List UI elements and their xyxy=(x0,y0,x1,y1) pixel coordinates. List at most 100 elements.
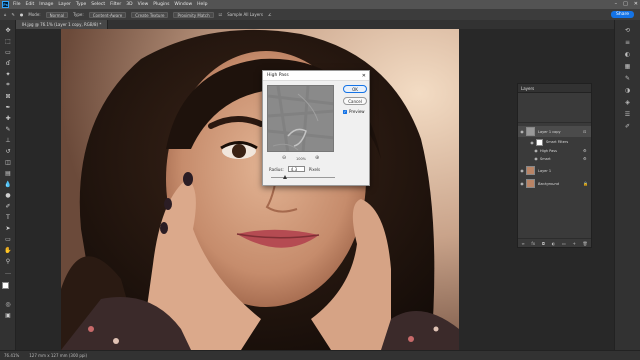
marquee-tool-icon[interactable]: ▭ xyxy=(3,48,13,56)
share-button[interactable]: Share xyxy=(611,11,634,18)
zoom-out-icon[interactable]: ⊖ xyxy=(282,155,286,161)
filter-options-icon[interactable]: ⚙ xyxy=(583,156,591,161)
filter-preview[interactable] xyxy=(267,85,334,152)
lasso-tool-icon[interactable]: ɗ xyxy=(3,59,13,67)
menu-filter[interactable]: Filter xyxy=(110,2,121,7)
menu-3d[interactable]: 3D xyxy=(126,2,132,7)
mask-icon[interactable]: ◘ xyxy=(542,241,545,246)
folder-icon[interactable]: ▭ xyxy=(562,241,566,246)
document-tab-bar: IH.jpg @ 76.1% (Layer 1 copy, RGB/8) * xyxy=(16,20,616,29)
menu-image[interactable]: Image xyxy=(39,2,53,7)
layer-row-layer1copy[interactable]: ◉ Layer 1 copy ⊡ xyxy=(518,126,591,137)
layer-row-smartfilters[interactable]: ◉ Smart Filters xyxy=(518,138,591,146)
minimize-icon[interactable]: – xyxy=(615,0,618,9)
tools-panel: ✥ ⬚ ▭ ɗ ✦ ⌗ ⊠ ✒ ✚ ✎ ⊥ ↺ ◫ ▤ 💧 ● ✐ T ➤ ▭ … xyxy=(0,20,16,350)
zoom-tool-icon[interactable]: ⚲ xyxy=(3,257,13,265)
frame-tool-icon[interactable]: ⊠ xyxy=(3,92,13,100)
color-icon[interactable]: ◐ xyxy=(623,50,632,58)
trash-icon[interactable]: 🗑 xyxy=(583,241,588,246)
blur-tool-icon[interactable]: 💧 xyxy=(3,180,13,188)
stamp-tool-icon[interactable]: ⊥ xyxy=(3,136,13,144)
zoom-level[interactable]: 76.41% xyxy=(4,353,19,358)
high-pass-dialog: High Pass ✕ ⊖ 100% ⊕ OK Cancel ✓ Preview… xyxy=(262,70,370,186)
menu-type[interactable]: Type xyxy=(76,2,86,7)
menu-plugins[interactable]: Plugins xyxy=(153,2,169,7)
preview-checkbox-row[interactable]: ✓ Preview xyxy=(343,109,365,114)
menu-help[interactable]: Help xyxy=(197,2,207,7)
paths-icon[interactable]: ✐ xyxy=(623,122,632,130)
menu-edit[interactable]: Edit xyxy=(26,2,35,7)
lock-icon[interactable]: 🔒 xyxy=(583,181,591,186)
filter-options-icon[interactable]: ⚙ xyxy=(583,148,591,153)
brush-tool-icon[interactable]: ✎ xyxy=(3,125,13,133)
foreground-color-swatch[interactable] xyxy=(2,282,9,289)
cancel-button[interactable]: Cancel xyxy=(343,97,367,105)
zoom-in-icon[interactable]: ⊕ xyxy=(315,155,319,161)
swatches-icon[interactable]: ▦ xyxy=(623,62,632,70)
type-tool-icon[interactable]: T xyxy=(3,213,13,221)
mode-select[interactable]: Normal xyxy=(45,11,69,18)
history-brush-icon[interactable]: ↺ xyxy=(3,147,13,155)
properties-icon[interactable]: ≡ xyxy=(623,38,632,46)
eraser-tool-icon[interactable]: ◫ xyxy=(3,158,13,166)
artboard-tool-icon[interactable]: ⬚ xyxy=(3,37,13,45)
preview-checkbox[interactable]: ✓ xyxy=(343,109,347,114)
layer-row-highpass[interactable]: ◉ High Pass ⚙ xyxy=(518,147,591,154)
angle-icon[interactable]: ∠ xyxy=(268,12,272,17)
shape-tool-icon[interactable]: ▭ xyxy=(3,235,13,243)
radius-input[interactable]: 4.3 xyxy=(287,166,305,172)
create-texture-button[interactable]: Create Texture xyxy=(131,11,169,18)
gradient-tool-icon[interactable]: ▤ xyxy=(3,169,13,177)
menu-view[interactable]: View xyxy=(138,2,149,7)
close-icon[interactable]: ✕ xyxy=(634,0,638,9)
link-icon[interactable]: ∞ xyxy=(521,241,524,246)
document-tab[interactable]: IH.jpg @ 76.1% (Layer 1 copy, RGB/8) * xyxy=(16,20,109,29)
layer-row-layer1[interactable]: ◉ Layer 1 xyxy=(518,165,591,176)
maximize-icon[interactable]: □ xyxy=(623,0,628,9)
eyedropper-tool-icon[interactable]: ✒ xyxy=(3,103,13,111)
fx-icon[interactable]: fx xyxy=(531,241,535,246)
quick-mask-icon[interactable]: ◎ xyxy=(3,300,13,308)
healing-tool-icon[interactable]: ✚ xyxy=(3,114,13,122)
new-layer-icon[interactable]: + xyxy=(572,241,575,246)
pen-tool-icon[interactable]: ✐ xyxy=(3,202,13,210)
channels-icon[interactable]: ☰ xyxy=(623,110,632,118)
more-tools-icon[interactable]: … xyxy=(3,268,13,276)
menu-layer[interactable]: Layer xyxy=(58,2,71,7)
proximity-match-button[interactable]: Proximity Match xyxy=(173,11,214,18)
dodge-tool-icon[interactable]: ● xyxy=(3,191,13,199)
path-select-icon[interactable]: ➤ xyxy=(3,224,13,232)
eye-icon[interactable]: ◉ xyxy=(518,168,526,173)
eye-icon[interactable]: ◉ xyxy=(518,181,526,186)
healing-brush-icon[interactable]: ✎ xyxy=(12,12,15,17)
brush-settings-icon[interactable]: ✎ xyxy=(623,74,632,82)
move-tool-icon[interactable]: ✥ xyxy=(3,26,13,34)
eye-icon[interactable]: ◉ xyxy=(532,148,540,153)
sample-all-checkbox[interactable]: ☑ xyxy=(219,12,223,17)
home-icon[interactable]: ⌂ xyxy=(4,12,7,17)
eye-icon[interactable]: ◉ xyxy=(518,129,526,134)
crop-tool-icon[interactable]: ⌗ xyxy=(3,81,13,89)
layers-panel-icon[interactable]: ◈ xyxy=(623,98,632,106)
history-icon[interactable]: ⟲ xyxy=(623,26,632,34)
portrait-image[interactable] xyxy=(61,29,459,350)
hand-tool-icon[interactable]: ✋ xyxy=(3,246,13,254)
content-aware-button[interactable]: Content-Aware xyxy=(88,11,127,18)
brush-size-icon[interactable]: ● xyxy=(20,12,24,17)
layer-row-background[interactable]: ◉ Background 🔒 xyxy=(518,178,591,189)
eye-icon[interactable]: ◉ xyxy=(532,156,540,161)
eye-icon[interactable]: ◉ xyxy=(528,140,536,145)
options-bar: ⌂ ✎ ● Mode: Normal Type: Content-Aware C… xyxy=(0,9,640,20)
menu-select[interactable]: Select xyxy=(91,2,105,7)
adjustments-icon[interactable]: ◑ xyxy=(623,86,632,94)
menu-window[interactable]: Window xyxy=(174,2,192,7)
radius-slider-track[interactable] xyxy=(271,177,335,178)
ok-button[interactable]: OK xyxy=(343,85,367,93)
dialog-close-icon[interactable]: ✕ xyxy=(362,71,366,81)
quick-select-tool-icon[interactable]: ✦ xyxy=(3,70,13,78)
layer-row-smart[interactable]: ◉ Smart ⚙ xyxy=(518,155,591,162)
screen-mode-icon[interactable]: ▣ xyxy=(3,311,13,319)
adjust-icon[interactable]: ◐ xyxy=(552,241,556,246)
radius-slider-thumb[interactable] xyxy=(283,175,287,179)
menu-file[interactable]: File xyxy=(13,2,21,7)
